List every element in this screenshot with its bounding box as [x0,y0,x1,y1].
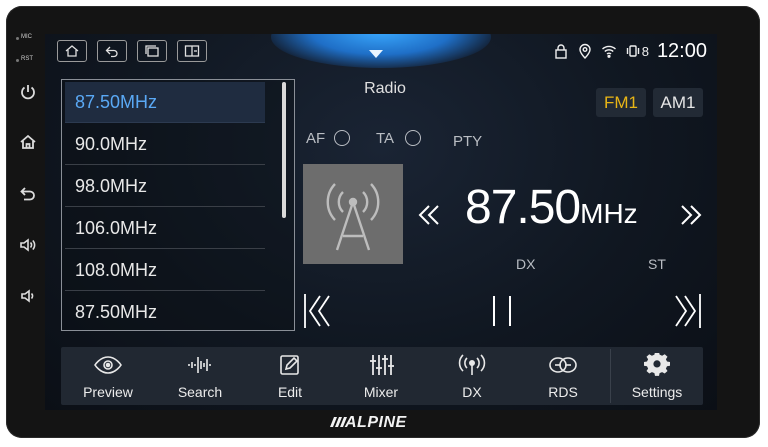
page-title: Radio [364,80,406,97]
preset-list[interactable]: 87.50MHz 90.0MHz 98.0MHz 106.0MHz 108.0M… [61,79,295,331]
preset-item[interactable]: 90.0MHz [65,124,265,165]
vibrate-icon [626,45,639,57]
af-label: AF [306,130,326,147]
settings-label: Settings [631,384,683,400]
station-art [303,164,403,264]
preset-item[interactable]: 106.0MHz [65,208,265,249]
seek-forward-icon[interactable] [678,202,704,228]
settings-button[interactable]: Settings [611,347,703,405]
volume-up-icon[interactable] [18,235,38,255]
home-icon [65,45,79,57]
preset-item[interactable]: 87.50MHz [65,292,265,333]
skip-previous-icon[interactable] [302,291,332,331]
eye-icon [94,356,122,374]
stereo-indicator: ST [648,256,666,272]
frequency-unit: MHz [580,198,638,229]
frequency-value: 87.50 [465,181,581,234]
band-am1-button[interactable]: AM1 [653,88,703,117]
volume-down-icon[interactable] [18,286,38,306]
status-bar: 8 12:00 [553,38,707,64]
ta-toggle[interactable] [405,130,421,146]
location-icon [579,43,591,59]
lock-icon [555,44,567,59]
windows-icon [145,45,159,57]
split-screen-button[interactable] [177,40,207,62]
recent-apps-button[interactable] [137,40,167,62]
waveform-icon [188,357,211,373]
preview-button[interactable]: Preview [61,347,155,405]
preset-item[interactable]: 108.0MHz [65,250,265,291]
dx-indicator: DX [516,256,536,272]
preset-item[interactable]: 87.50MHz [65,82,265,123]
mixer-button[interactable]: Mixer [335,347,427,405]
band-fm1-button[interactable]: FM1 [596,88,646,117]
preset-item[interactable]: 98.0MHz [65,166,265,207]
battery-label: 8 [641,43,649,59]
skip-next-icon[interactable] [673,291,703,331]
pulldown-arrow-icon[interactable] [367,48,385,60]
rds-button[interactable]: RDS [517,347,609,405]
dx-label: DX [462,384,482,400]
rds-icon [549,357,577,373]
edit-label: Edit [277,384,303,400]
mixer-label: Mixer [363,384,399,400]
power-icon[interactable] [18,82,38,102]
edit-button[interactable]: Edit [245,347,335,405]
rds-label: RDS [548,384,578,400]
mic-label: MIC [21,34,32,40]
back-icon [105,46,118,58]
head-unit-screen: 8 12:00 87.50MHz 90.0MHz 98.0MHz 106.0MH… [45,34,717,410]
gear-icon [644,353,670,376]
search-button[interactable]: Search [155,347,245,405]
list-scrollbar[interactable] [282,82,286,218]
bottom-toolbar: Preview Search Edit Mixer DX RDS Setting… [61,347,703,405]
back-system-button[interactable] [97,40,127,62]
antenna-icon [326,183,380,251]
mixer-icon [370,355,394,375]
rst-label: RST [21,56,33,62]
broadcast-icon [458,354,486,375]
seek-back-icon[interactable] [416,202,442,228]
battery-indicator: 8 [625,43,649,59]
clock: 12:00 [656,39,707,62]
edit-icon [280,355,299,375]
ta-label: TA [376,130,395,147]
mic-dot [16,37,19,40]
wifi-icon [601,45,616,58]
search-label: Search [177,384,223,400]
rst-dot [16,59,19,62]
home-icon[interactable] [18,132,38,152]
pause-icon[interactable] [487,291,517,331]
brand-logo: ALPINE [345,414,407,431]
pty-button[interactable]: PTY [453,133,482,150]
back-icon[interactable] [18,184,38,204]
dx-button[interactable]: DX [427,347,517,405]
preview-label: Preview [83,384,133,400]
split-screen-icon [184,45,200,57]
current-frequency: 87.50MHz [465,180,638,235]
home-system-button[interactable] [57,40,87,62]
af-toggle[interactable] [334,130,350,146]
